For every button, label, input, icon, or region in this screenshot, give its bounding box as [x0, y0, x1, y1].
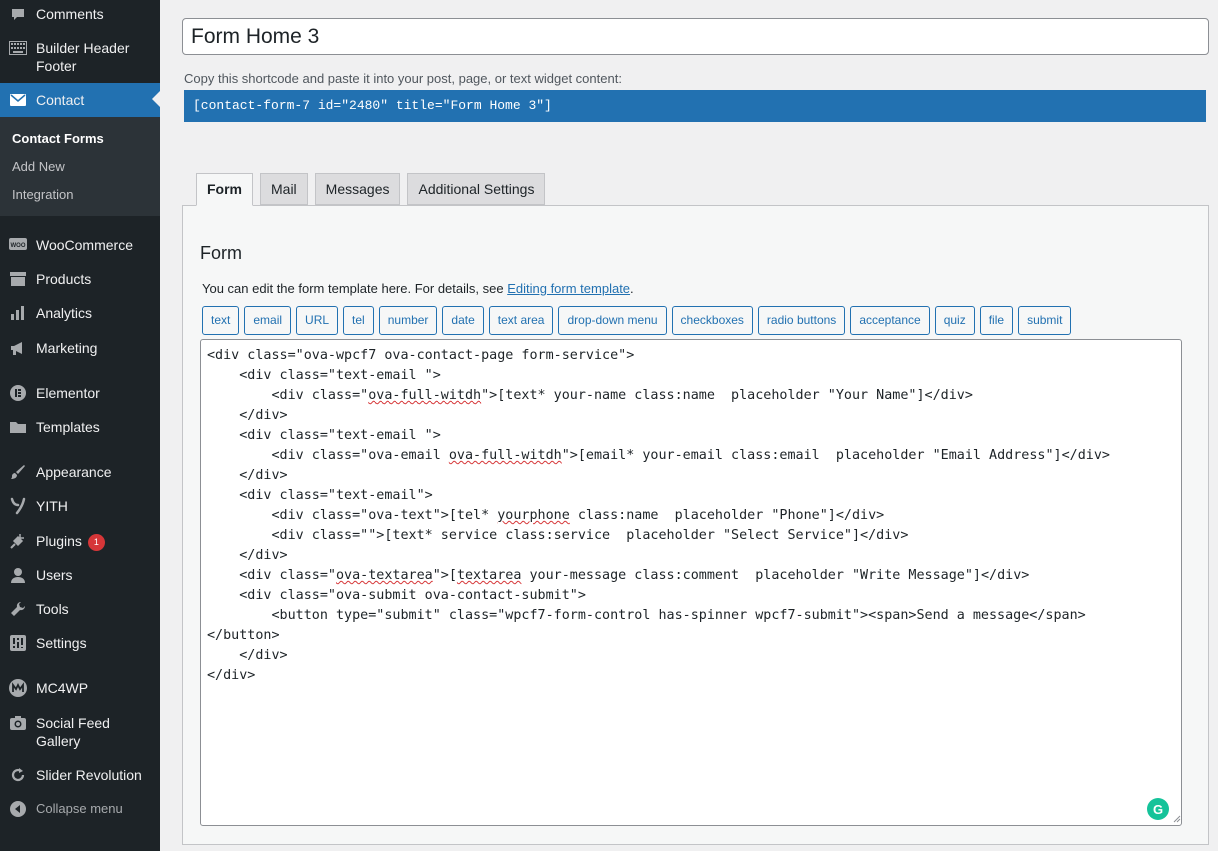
tag-button-text[interactable]: text — [202, 306, 240, 335]
submenu-add-new[interactable]: Add New — [12, 159, 65, 174]
code-line: </button> — [207, 628, 280, 643]
tag-button-date[interactable]: date — [442, 306, 484, 335]
code-line: <div class="ova-wpcf7 ova-contact-page f… — [207, 348, 635, 363]
archive-icon — [9, 270, 27, 288]
sidebar-item-comments[interactable]: Comments — [0, 5, 160, 25]
sliders-icon — [9, 634, 27, 652]
tag-button-email[interactable]: email — [244, 306, 292, 335]
code-line: </div> — [207, 468, 288, 483]
sidebar-item-tools[interactable]: Tools — [0, 600, 160, 620]
tag-button-checkboxes[interactable]: checkboxes — [671, 306, 753, 335]
collapse-arrow-icon — [9, 800, 27, 818]
form-panel: Form You can edit the form template here… — [182, 205, 1209, 845]
tab-mail[interactable]: Mail — [260, 173, 308, 205]
code-line: <div class="text-email "> — [207, 368, 441, 383]
tag-generator-bar: text email URL tel number date text area… — [202, 306, 1076, 335]
sidebar-item-analytics[interactable]: Analytics — [0, 304, 160, 324]
admin-sidebar: Comments Builder Header Footer Contact C… — [0, 0, 160, 851]
panel-description: You can edit the form template here. For… — [202, 281, 634, 296]
tag-button-text-area[interactable]: text area — [488, 306, 554, 335]
code-line: <div class="ova-full-witdh">[text* your-… — [207, 388, 973, 403]
panel-title: Form — [200, 243, 242, 263]
code-line: <button type="submit" class="wpcf7-form-… — [207, 608, 1086, 623]
form-template-editor[interactable]: <div class="ova-wpcf7 ova-contact-page f… — [200, 339, 1182, 826]
sidebar-item-templates[interactable]: Templates — [0, 418, 160, 438]
code-line: <div class="ova-submit ova-contact-submi… — [207, 588, 586, 603]
submenu-integration[interactable]: Integration — [12, 187, 73, 202]
bar-chart-icon — [9, 304, 27, 322]
sidebar-item-woocommerce[interactable]: WOO WooCommerce — [0, 236, 160, 256]
code-line: <div class="ova-email ova-full-witdh">[e… — [207, 448, 1110, 463]
mc4wp-icon — [9, 679, 27, 697]
contact-submenu: Contact Forms Add New Integration — [0, 117, 160, 216]
sidebar-item-marketing[interactable]: Marketing — [0, 339, 160, 359]
code-line: <div class="ova-textarea">[textarea your… — [207, 568, 1030, 583]
shortcode-description: Copy this shortcode and paste it into yo… — [184, 71, 622, 86]
plugins-update-badge: 1 — [87, 534, 105, 551]
sidebar-item-users[interactable]: Users — [0, 566, 160, 586]
code-line: <div class="text-email "> — [207, 428, 441, 443]
user-icon — [9, 566, 27, 584]
brush-icon — [9, 463, 27, 481]
sidebar-item-slider-revolution[interactable]: Slider Revolution — [0, 766, 160, 786]
sidebar-item-contact[interactable]: Contact — [0, 83, 160, 117]
sidebar-item-appearance[interactable]: Appearance — [0, 463, 160, 483]
tag-button-quiz[interactable]: quiz — [934, 306, 975, 335]
code-line: </div> — [207, 548, 288, 563]
code-line: </div> — [207, 648, 288, 663]
tag-button-number[interactable]: number — [378, 306, 438, 335]
yith-icon — [9, 497, 27, 515]
svg-text:WOO: WOO — [11, 243, 26, 249]
collapse-menu-button[interactable]: Collapse menu — [0, 800, 160, 820]
elementor-icon — [9, 384, 27, 402]
code-line: </div> — [207, 408, 288, 423]
sidebar-item-social-feed-gallery[interactable]: Social Feed Gallery — [0, 714, 160, 752]
tag-button-acceptance[interactable]: acceptance — [850, 306, 930, 335]
tab-messages[interactable]: Messages — [314, 173, 401, 205]
tag-button-submit[interactable]: submit — [1018, 306, 1072, 335]
grammarly-icon[interactable]: G — [1147, 798, 1169, 820]
plug-icon — [9, 532, 27, 550]
camera-icon — [9, 714, 27, 732]
tag-button-tel[interactable]: tel — [343, 306, 374, 335]
folder-icon — [9, 418, 27, 436]
sidebar-item-mc4wp[interactable]: MC4WP — [0, 679, 160, 699]
tag-button-url[interactable]: URL — [296, 306, 339, 335]
code-line: </div> — [207, 668, 256, 683]
form-tabs: Form Mail Messages Additional Settings — [196, 173, 552, 206]
wrench-icon — [9, 600, 27, 618]
sidebar-item-products[interactable]: Products — [0, 270, 160, 290]
megaphone-icon — [9, 339, 27, 357]
code-line: <div class="text-email"> — [207, 488, 433, 503]
keyboard-icon — [9, 39, 27, 57]
code-line: <div class="">[text* service class:servi… — [207, 528, 909, 543]
tag-button-radio-buttons[interactable]: radio buttons — [757, 306, 846, 335]
editing-form-template-link[interactable]: Editing form template — [507, 281, 630, 296]
envelope-icon — [9, 91, 27, 109]
shortcode-field[interactable]: [contact-form-7 id="2480" title="Form Ho… — [184, 90, 1206, 122]
tab-additional-settings[interactable]: Additional Settings — [407, 173, 546, 205]
code-line: <div class="ova-text">[tel* yourphone cl… — [207, 508, 885, 523]
sidebar-item-plugins[interactable]: Plugins 1 — [0, 532, 160, 552]
sidebar-item-yith[interactable]: YITH — [0, 497, 160, 517]
tag-button-drop-down-menu[interactable]: drop-down menu — [558, 306, 667, 335]
sidebar-item-settings[interactable]: Settings — [0, 634, 160, 654]
form-title-input[interactable] — [182, 18, 1209, 55]
resize-handle-icon[interactable] — [1171, 813, 1181, 823]
comment-icon — [9, 6, 27, 24]
submenu-contact-forms[interactable]: Contact Forms — [12, 131, 104, 146]
refresh-icon — [9, 766, 27, 784]
sidebar-item-builder-header-footer[interactable]: Builder Header Footer — [0, 39, 160, 77]
tag-button-file[interactable]: file — [979, 306, 1014, 335]
woo-icon: WOO — [9, 236, 27, 254]
tab-form[interactable]: Form — [196, 173, 253, 206]
sidebar-item-elementor[interactable]: Elementor — [0, 384, 160, 404]
